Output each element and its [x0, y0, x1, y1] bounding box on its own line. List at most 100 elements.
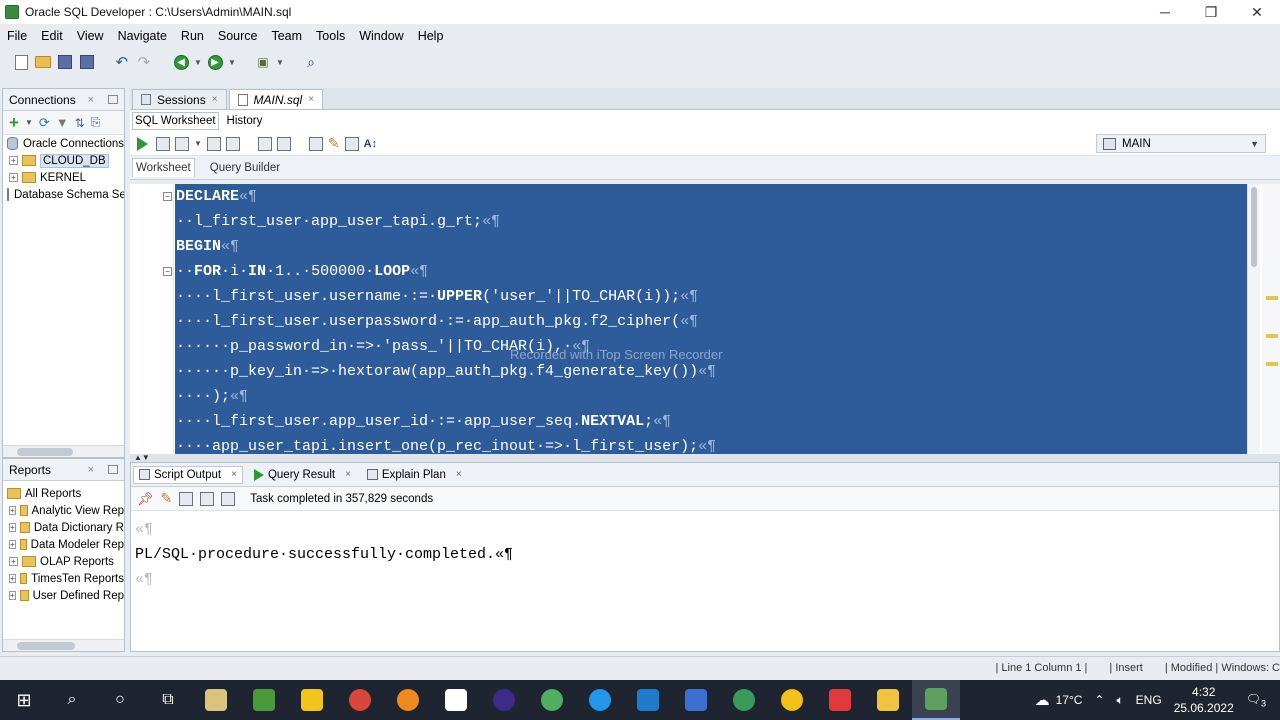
notifications-icon[interactable]: 🗨︎3 [1246, 692, 1266, 708]
expand-icon[interactable]: + [9, 173, 18, 182]
connection-select[interactable]: MAIN ▼ [1096, 134, 1266, 153]
tab-sql-worksheet[interactable]: SQL Worksheet [132, 112, 219, 130]
schema-browser-icon[interactable]: ⇅ [75, 116, 85, 130]
tree-user-defined-reports[interactable]: + User Defined Rep [3, 587, 124, 604]
collapse-declare-icon[interactable]: − [163, 192, 172, 201]
taskbar-app-sticky[interactable] [288, 680, 336, 720]
unshared-sql-icon[interactable] [308, 136, 323, 151]
tree-kernel[interactable]: + KERNEL [3, 169, 124, 186]
sql-dropdown[interactable]: ▼ [276, 53, 284, 71]
language-indicator[interactable]: ENG [1136, 693, 1162, 707]
expand-icon[interactable]: + [9, 540, 16, 549]
find-db-object-button[interactable]: ⌕ [302, 53, 320, 71]
autotrace-icon[interactable] [175, 136, 189, 151]
back-dropdown[interactable]: ▼ [194, 53, 202, 71]
taskbar-app-docker[interactable] [576, 680, 624, 720]
run-script-icon[interactable] [156, 136, 170, 151]
tab-query-result[interactable]: Query Result × [249, 467, 356, 483]
run-statement-icon[interactable] [137, 136, 148, 151]
taskbar-app-lambda[interactable] [240, 680, 288, 720]
collapse-loop-icon[interactable]: − [163, 267, 172, 276]
task-view-button[interactable]: ⧉ [144, 680, 192, 720]
close-button[interactable]: ✕ [1234, 0, 1280, 24]
add-dropdown-icon[interactable]: ▼ [25, 118, 33, 127]
expand-icon[interactable]: + [9, 506, 16, 515]
sql-tuning-icon[interactable] [225, 136, 240, 151]
tab-worksheet[interactable]: Worksheet [132, 158, 195, 177]
tree-oracle-connections[interactable]: Oracle Connections [3, 135, 124, 152]
save-all-button[interactable] [78, 53, 96, 71]
tab-main-sql[interactable]: MAIN.sql × [228, 89, 324, 109]
tree-timesten-reports[interactable]: + TimesTen Reports [3, 570, 124, 587]
marker[interactable] [1266, 362, 1278, 366]
new-file-button[interactable] [12, 53, 30, 71]
tab-history[interactable]: History [225, 113, 265, 129]
editor-vscroll[interactable] [1247, 184, 1260, 454]
connections-hscroll[interactable] [3, 445, 124, 457]
buffer-size-icon[interactable] [221, 491, 236, 506]
menu-window[interactable]: Window [359, 29, 403, 43]
sql-history-icon[interactable] [344, 136, 359, 151]
taskbar-app-chrome[interactable] [336, 680, 384, 720]
taskbar-app-paint[interactable] [192, 680, 240, 720]
sql-code-selection[interactable]: DECLARE«¶ ··l_first_user·app_user_tapi.g_… [175, 184, 1247, 454]
marker[interactable] [1266, 334, 1278, 338]
minimize-pane-icon[interactable] [108, 465, 118, 474]
expand-icon[interactable]: + [9, 156, 18, 165]
refresh-icon[interactable]: ⟳ [39, 115, 50, 131]
tab-explain-plan[interactable]: Explain Plan × [362, 467, 467, 483]
clock[interactable]: 4:32 25.06.2022 [1174, 684, 1234, 716]
tab-sessions[interactable]: Sessions × [132, 89, 227, 109]
reports-hscroll[interactable] [3, 639, 124, 651]
close-tab-icon[interactable]: × [231, 469, 237, 480]
script-output-text[interactable]: «¶ PL/SQL·procedure·successfully·complet… [131, 511, 1279, 598]
forward-button[interactable]: ▶ [206, 53, 224, 71]
taskbar-app-sqldeveloper[interactable] [912, 680, 960, 720]
tree-data-modeler-reports[interactable]: + Data Modeler Rep [3, 536, 124, 553]
volume-muted-icon[interactable]: 🔈︎ [1116, 693, 1123, 708]
taskbar-app-explorer[interactable] [864, 680, 912, 720]
explain-plan-icon[interactable] [206, 136, 221, 151]
tray-chevron-up-icon[interactable]: ⌃ [1094, 693, 1104, 707]
splitter-arrows-icon[interactable]: ▲▼ [134, 453, 150, 462]
close-tab-icon[interactable]: × [212, 94, 218, 105]
menu-view[interactable]: View [77, 29, 104, 43]
reports-tab[interactable]: Reports × [3, 459, 124, 481]
undo-button[interactable]: ↶ [114, 53, 132, 71]
clear-eraser-icon[interactable]: ✎ [328, 135, 340, 152]
menu-edit[interactable]: Edit [41, 29, 63, 43]
taskbar-app-atom[interactable] [528, 680, 576, 720]
weather-icon[interactable]: ☁ [1035, 691, 1050, 709]
tree-analytic-view-reports[interactable]: + Analytic View Rep [3, 502, 124, 519]
search-button[interactable]: ⌕ [48, 680, 96, 720]
open-button[interactable] [34, 53, 52, 71]
reports-close-icon[interactable]: × [88, 464, 94, 476]
scroll-thumb[interactable] [1251, 187, 1257, 267]
taskbar-app-eclipse[interactable] [480, 680, 528, 720]
taskbar-app-recorder[interactable] [816, 680, 864, 720]
commit-icon[interactable] [257, 136, 272, 151]
save-output-icon[interactable] [179, 491, 194, 506]
temperature[interactable]: 17°C [1056, 693, 1083, 707]
maximize-button[interactable]: ❐ [1188, 0, 1234, 24]
menu-tools[interactable]: Tools [316, 29, 345, 43]
tab-script-output[interactable]: Script Output × [133, 465, 243, 484]
taskbar-app-vlc[interactable] [384, 680, 432, 720]
expand-icon[interactable]: + [9, 574, 16, 583]
tab-query-builder[interactable]: Query Builder [207, 159, 283, 177]
back-button[interactable]: ◀ [172, 53, 190, 71]
autotrace-dropdown[interactable]: ▼ [194, 139, 202, 148]
close-tab-icon[interactable]: × [308, 94, 314, 105]
tree-all-reports[interactable]: All Reports [3, 485, 124, 502]
connections-close-icon[interactable]: × [88, 94, 94, 106]
scroll-thumb[interactable] [17, 642, 75, 650]
expand-icon[interactable]: + [9, 557, 18, 566]
marker[interactable] [1266, 296, 1278, 300]
close-tab-icon[interactable]: × [345, 469, 351, 480]
expand-icon[interactable]: + [9, 523, 16, 532]
forward-dropdown[interactable]: ▼ [228, 53, 236, 71]
rollback-icon[interactable] [276, 136, 291, 151]
clear-eraser-icon[interactable]: ✎ [161, 490, 173, 507]
menu-team[interactable]: Team [271, 29, 302, 43]
menu-file[interactable]: File [7, 29, 27, 43]
